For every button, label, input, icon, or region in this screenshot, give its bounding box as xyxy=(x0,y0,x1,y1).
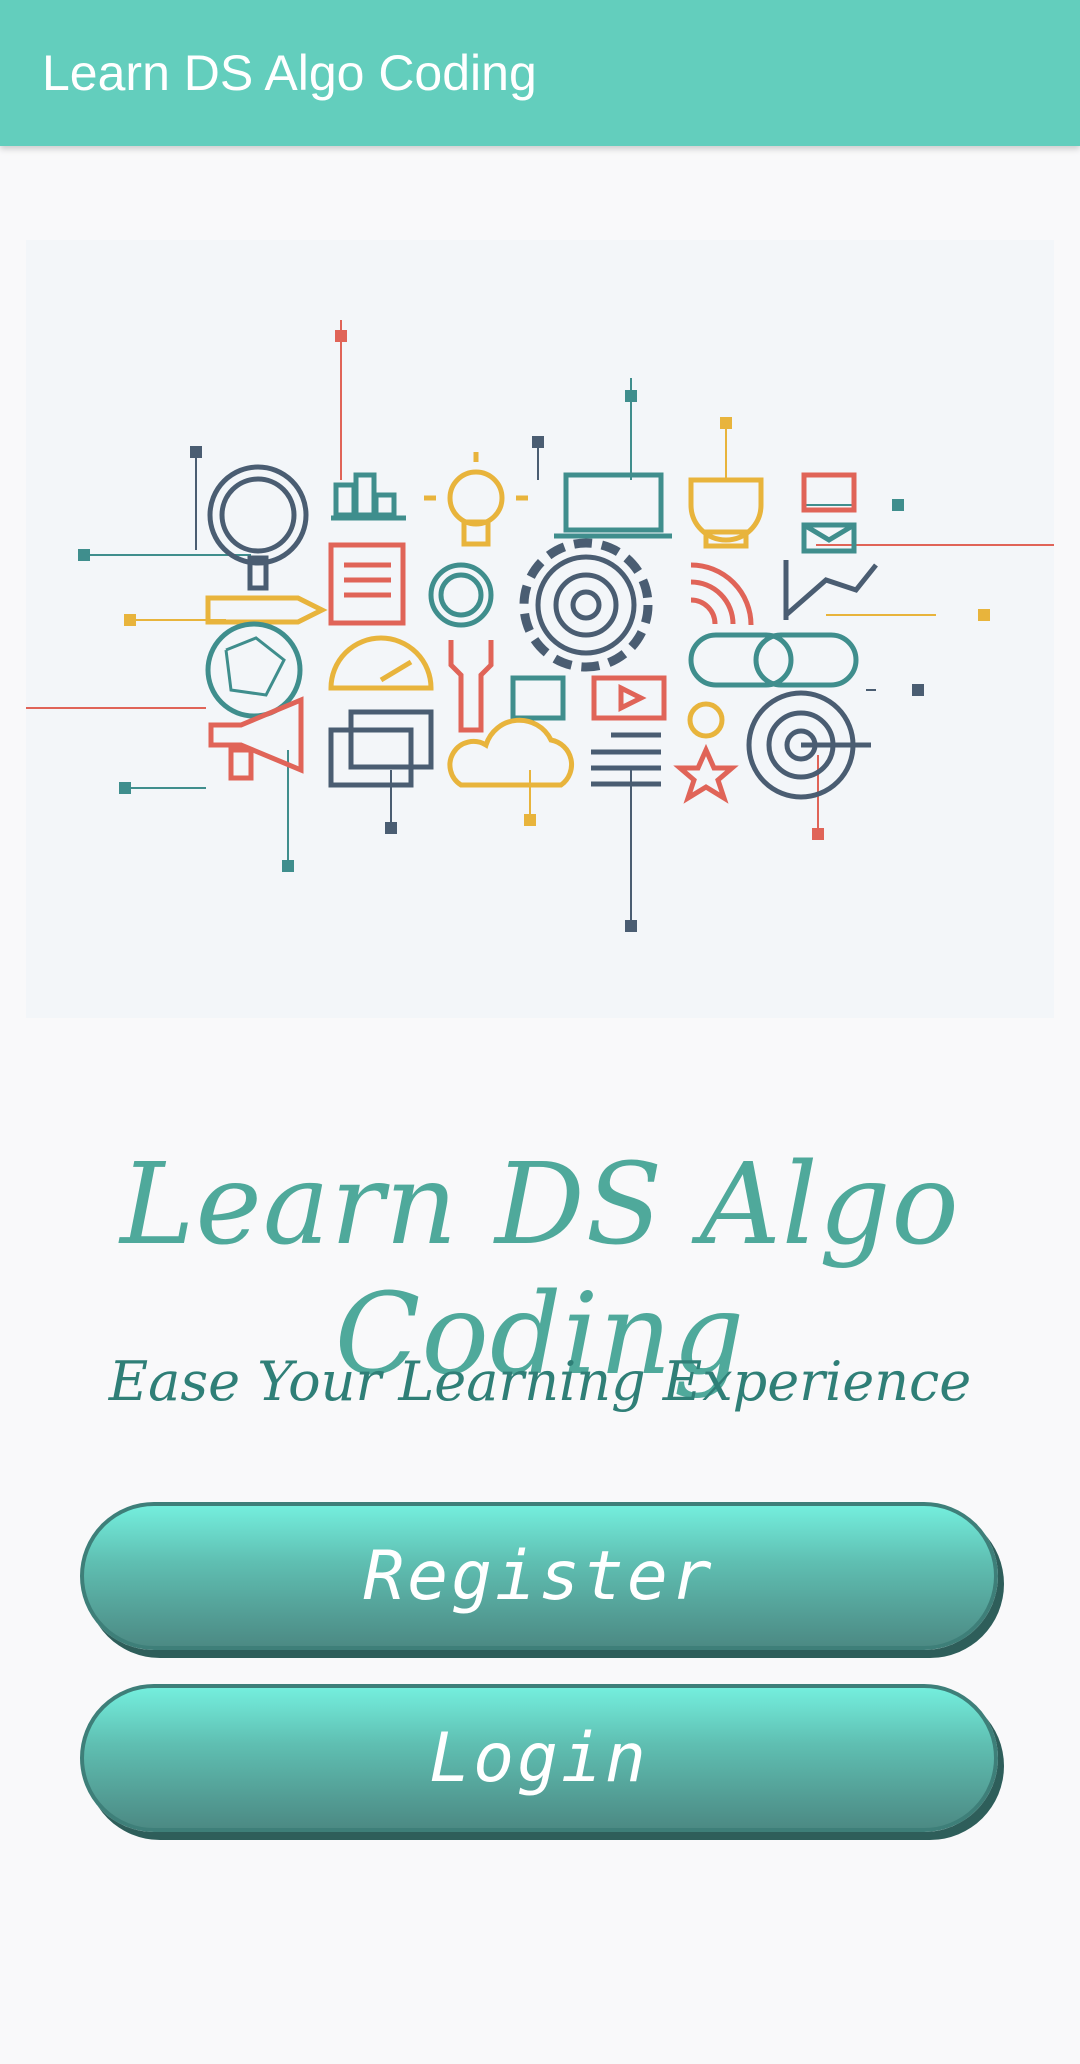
app-bar: Learn DS Algo Coding xyxy=(0,0,1080,146)
tech-icons-illustration xyxy=(26,320,1054,932)
hero-illustration xyxy=(26,240,1054,1018)
register-button[interactable]: Register xyxy=(80,1502,998,1650)
login-button[interactable]: Login xyxy=(80,1684,998,1832)
app-bar-title: Learn DS Algo Coding xyxy=(42,45,537,101)
tagline-text: Ease Your Learning Experience xyxy=(108,1350,972,1413)
